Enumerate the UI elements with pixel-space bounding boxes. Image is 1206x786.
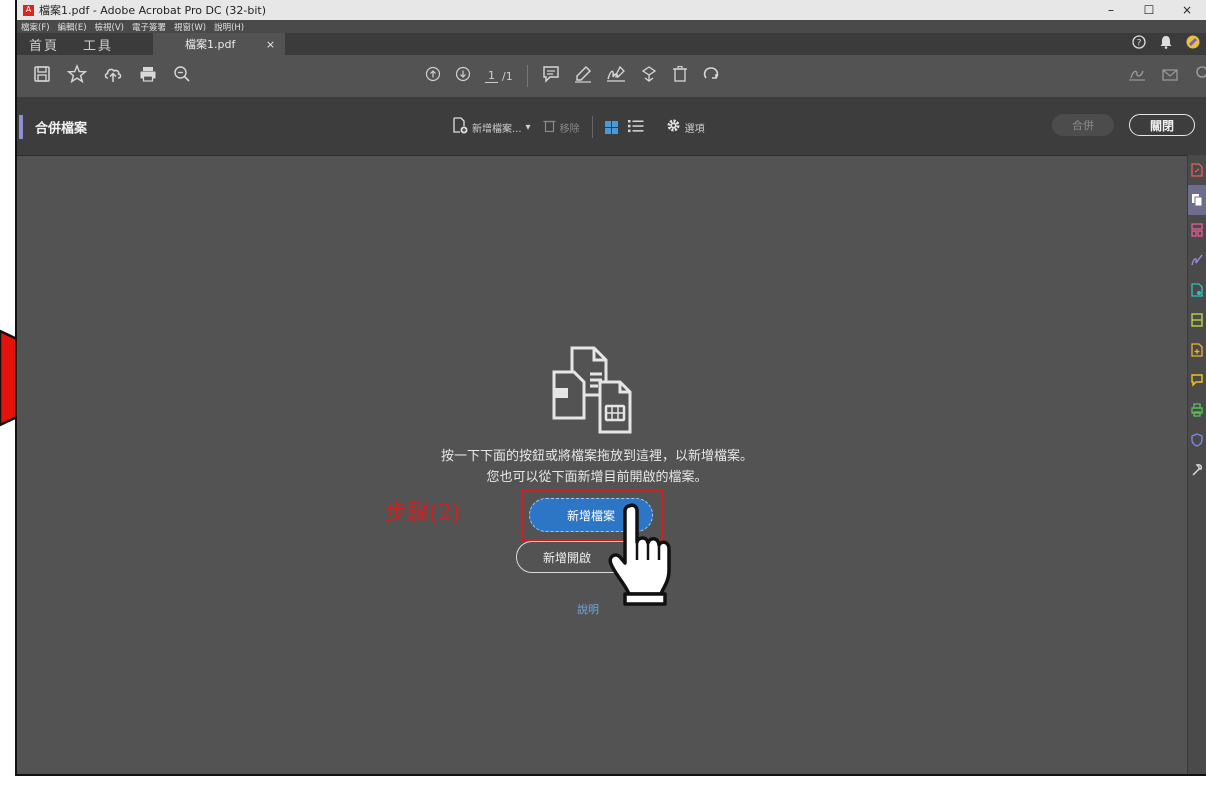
tab-document-label: 檔案1.pdf <box>185 38 236 51</box>
page-indicator: 1 /1 <box>485 69 513 83</box>
export-pdf-icon[interactable] <box>1188 155 1206 185</box>
combine-files-icon[interactable] <box>1188 185 1206 215</box>
tab-document[interactable]: 檔案1.pdf × <box>153 33 286 55</box>
instruction-line-2: 您也可以從下面新增目前開啟的檔案。 <box>486 470 708 485</box>
sign-icon[interactable] <box>606 65 626 87</box>
menu-help[interactable]: 說明(H) <box>214 21 244 33</box>
rotate-icon[interactable] <box>702 65 720 87</box>
title-bar: A 檔案1.pdf - Adobe Acrobat Pro DC (32-bit… <box>17 0 1206 20</box>
organize-pages-icon[interactable] <box>1188 215 1206 245</box>
hand-pointer-cursor-icon <box>608 503 671 606</box>
menu-bar: 檔案(F) 編輯(E) 檢視(V) 電子簽署 視窗(W) 說明(H) <box>17 20 1206 33</box>
menu-edit[interactable]: 編輯(E) <box>58 21 87 33</box>
help-icon[interactable]: ? <box>1132 35 1146 53</box>
acrobat-icon: A <box>23 4 34 16</box>
comment-tool-icon[interactable] <box>1188 365 1206 395</box>
print-production-icon[interactable] <box>1188 395 1206 425</box>
tab-bar: 首頁 工具 檔案1.pdf × ? <box>17 33 1206 55</box>
tab-close-icon[interactable]: × <box>266 38 275 51</box>
tool-title: 合併檔案 <box>35 121 88 137</box>
next-page-icon[interactable] <box>455 66 471 86</box>
step-annotation-label: 步驟(2) <box>385 501 461 526</box>
edit-pdf-icon[interactable] <box>1188 275 1206 305</box>
chevron-down-icon: ▾ <box>525 121 531 133</box>
menu-view[interactable]: 檢視(V) <box>95 21 124 33</box>
minimize-button[interactable]: – <box>1092 0 1130 20</box>
maximize-button[interactable]: ☐ <box>1130 0 1168 20</box>
add-files-label: 新增檔案... <box>472 123 522 135</box>
menu-file[interactable]: 檔案(F) <box>21 21 50 33</box>
tab-tools[interactable]: 工具 <box>71 33 125 55</box>
delete-icon[interactable] <box>672 65 688 87</box>
upload-cloud-icon[interactable] <box>103 65 123 87</box>
page-number-input[interactable]: 1 <box>485 69 498 83</box>
remove-button[interactable]: 移除 <box>543 118 580 137</box>
print-icon[interactable] <box>139 65 157 87</box>
close-window-button[interactable]: × <box>1168 0 1206 20</box>
stamp-icon[interactable] <box>640 65 658 87</box>
remove-label: 移除 <box>559 123 580 135</box>
tool-accent-bar <box>19 115 23 139</box>
close-tool-button[interactable]: 關閉 <box>1129 114 1195 136</box>
svg-text:?: ? <box>1137 39 1142 49</box>
instruction-line-1: 按一下下面的按鈕或將檔案拖放到這裡，以新增檔案。 <box>440 449 753 464</box>
combine-button[interactable]: 合併 <box>1052 114 1114 136</box>
scan-ocr-icon[interactable] <box>1188 305 1206 335</box>
combine-divider <box>591 116 593 138</box>
add-files-dropdown[interactable]: 新增檔案... ▾ <box>452 116 531 138</box>
fill-sign-icon[interactable] <box>1188 245 1206 275</box>
menu-esign[interactable]: 電子簽署 <box>132 21 166 33</box>
create-pdf-icon[interactable] <box>1188 335 1206 365</box>
gear-icon <box>666 118 681 137</box>
main-toolbar: 1 /1 <box>17 55 1206 98</box>
add-file-icon <box>452 116 468 138</box>
save-icon[interactable] <box>33 65 51 87</box>
protect-icon[interactable] <box>1188 425 1206 455</box>
toolbar-divider <box>526 65 528 87</box>
window-title: 檔案1.pdf - Adobe Acrobat Pro DC (32-bit) <box>39 4 267 17</box>
user-avatar-icon[interactable] <box>1186 35 1200 53</box>
options-button[interactable]: 選項 <box>666 118 705 137</box>
thumbnail-view-icon[interactable] <box>604 120 618 134</box>
account-icon[interactable] <box>1194 66 1206 86</box>
email-icon[interactable] <box>1162 67 1178 86</box>
highlight-pen-icon[interactable] <box>574 65 592 87</box>
zoom-out-icon[interactable] <box>173 65 191 87</box>
list-view-icon[interactable] <box>627 118 644 137</box>
menu-window[interactable]: 視窗(W) <box>174 21 206 33</box>
combine-files-illustration <box>552 346 632 434</box>
share-link-icon[interactable] <box>1128 66 1146 86</box>
combine-files-bar: 合併檔案 新增檔案... ▾ 移除 選項 合併 關閉 <box>17 97 1206 156</box>
acrobat-window: A 檔案1.pdf - Adobe Acrobat Pro DC (32-bit… <box>15 0 1206 776</box>
help-link[interactable]: 說明 <box>577 601 599 617</box>
more-tools-icon[interactable] <box>1188 455 1206 485</box>
options-label: 選項 <box>684 123 705 135</box>
tab-home[interactable]: 首頁 <box>17 33 71 55</box>
right-tools-panel <box>1187 155 1206 774</box>
notification-bell-icon[interactable] <box>1160 35 1172 53</box>
trash-icon <box>543 118 556 137</box>
bookmark-star-icon[interactable] <box>66 64 88 88</box>
page-total: /1 <box>502 69 513 83</box>
prev-page-icon[interactable] <box>425 66 441 86</box>
comment-icon[interactable] <box>542 65 560 87</box>
